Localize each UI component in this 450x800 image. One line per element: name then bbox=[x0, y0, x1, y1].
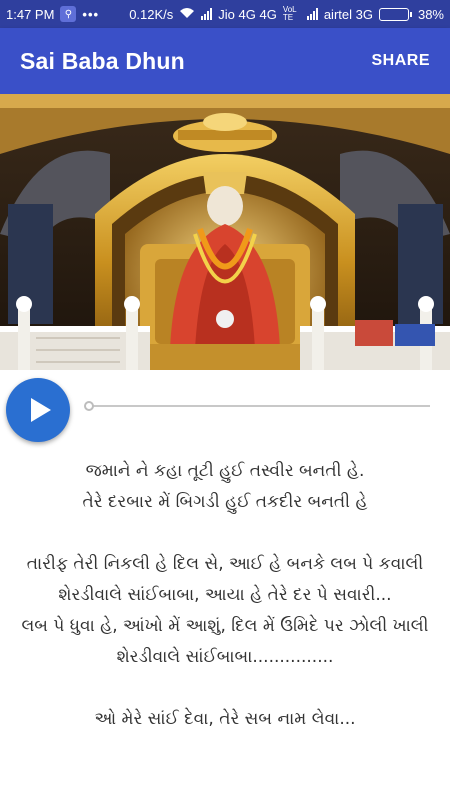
wifi-icon bbox=[179, 7, 195, 22]
lyrics-blank-line bbox=[10, 673, 440, 704]
sai-baba-temple-image bbox=[0, 94, 450, 370]
signal-icon-1 bbox=[201, 8, 213, 20]
seek-thumb[interactable] bbox=[84, 401, 94, 411]
status-bar: 1:47 PM ⚲ ••• 0.12K/s Jio 4G 4G VoLTE ai… bbox=[0, 0, 450, 28]
lyrics-line: તેરે દરબાર મેં બિગડી હુઈ તકદીર બનતી હે bbox=[82, 492, 368, 512]
status-time: 1:47 PM bbox=[6, 6, 55, 22]
share-button[interactable]: SHARE bbox=[371, 52, 430, 70]
lyrics-line: લબ પે ધુવા હે, આંખો મેં આશું, દિલ મેં ઉમ… bbox=[21, 616, 429, 636]
carrier-1: Jio 4G 4G bbox=[218, 6, 277, 22]
more-notifications-icon: ••• bbox=[82, 6, 100, 22]
play-icon bbox=[30, 398, 51, 422]
lyrics-line: શેરડીવાલે સાંઈબાબા, આયા હે તેરે દર પે સવ… bbox=[58, 585, 392, 605]
battery-icon bbox=[378, 7, 412, 21]
audio-player bbox=[0, 370, 450, 450]
network-speed: 0.12K/s bbox=[129, 6, 174, 22]
battery-percent: 38% bbox=[417, 6, 444, 22]
play-button[interactable] bbox=[6, 378, 70, 442]
lyrics-line: તારીફ તેરી નિકલી હે દિલ સે, આઈ હે બનકે લ… bbox=[26, 554, 424, 574]
lyrics-line: જમાને ને કહા તૂટી હુઈ તસ્વીર બનતી હે. bbox=[85, 461, 365, 481]
lyrics-blank-line bbox=[10, 518, 440, 549]
usb-debug-icon: ⚲ bbox=[60, 6, 77, 22]
app-title: Sai Baba Dhun bbox=[20, 47, 185, 74]
lyrics-line: ઓ મેરે સાંઈ દેવા, તેરે સબ નામ લેવા... bbox=[94, 709, 356, 729]
app-bar: Sai Baba Dhun SHARE bbox=[0, 28, 450, 94]
carrier-2: airtel 3G bbox=[323, 6, 373, 22]
lyrics-line: શેરડીવાલે સાંઈબાબા............... bbox=[116, 647, 334, 667]
volte-label: VoLTE bbox=[282, 5, 297, 22]
lyrics-text: જમાને ને કહા તૂટી હુઈ તસ્વીર બનતી હે. તેર… bbox=[10, 456, 440, 800]
seek-bar[interactable] bbox=[88, 405, 430, 407]
signal-icon-2 bbox=[306, 8, 318, 20]
